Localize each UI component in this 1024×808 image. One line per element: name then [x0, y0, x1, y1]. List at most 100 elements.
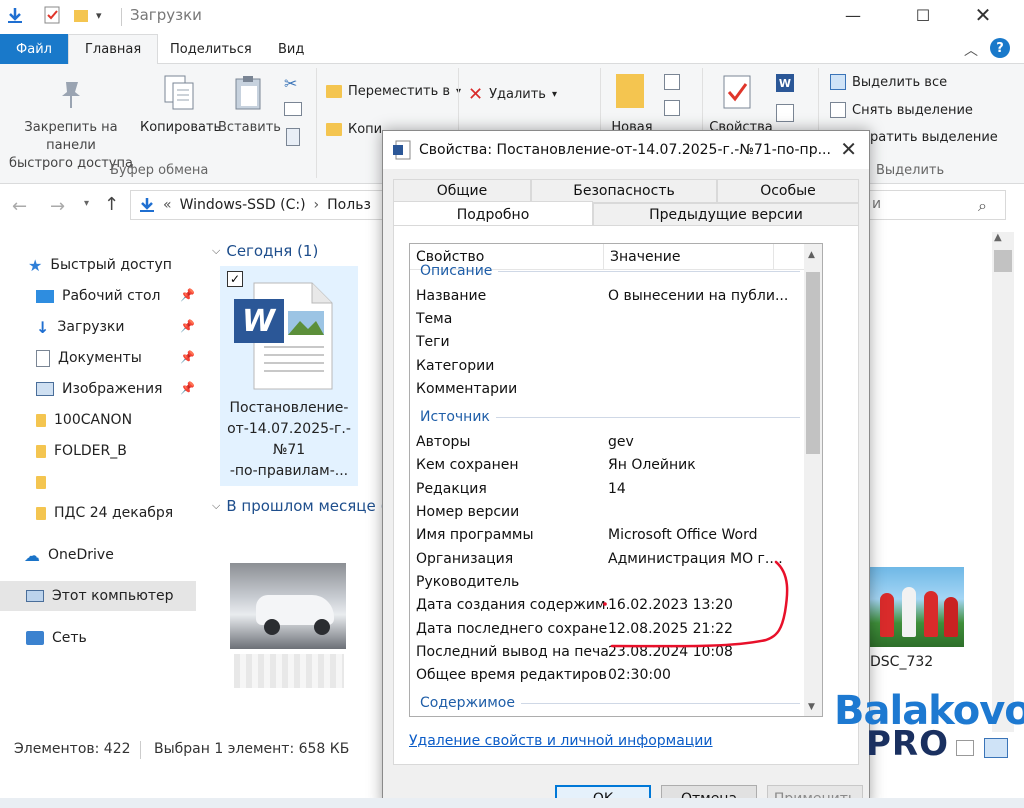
- select-all-icon: [830, 74, 846, 90]
- taskbar: [0, 798, 1024, 808]
- search-icon[interactable]: ⌕: [978, 196, 987, 216]
- minimize-button[interactable]: —: [830, 0, 876, 30]
- remove-properties-link[interactable]: Удаление свойств и личной информации: [409, 733, 713, 749]
- nav-desktop[interactable]: Рабочий стол: [36, 282, 161, 310]
- copy-path-icon[interactable]: [284, 102, 302, 116]
- move-to-icon: [326, 85, 342, 98]
- file-name-line: №71: [272, 442, 306, 458]
- customize-quick-access-icon[interactable]: ▾: [96, 4, 102, 26]
- address-download-icon: [140, 198, 154, 212]
- photo-file-name[interactable]: DSC_732: [870, 654, 933, 670]
- downloads-icon: ↓: [36, 317, 50, 337]
- properties-list[interactable]: Свойство Значение Описание Название О вын…: [409, 243, 823, 717]
- delete-button[interactable]: ✕ Удалить ▾: [468, 84, 557, 105]
- nav-pictures[interactable]: Изображения: [36, 375, 162, 403]
- search-partial-text: и: [872, 196, 882, 212]
- nav-onedrive[interactable]: ☁ OneDrive: [24, 541, 114, 569]
- tab-previous-versions[interactable]: Предыдущие версии: [593, 203, 859, 227]
- tab-share[interactable]: Поделиться: [170, 34, 252, 64]
- people-photo-thumbnail[interactable]: [868, 567, 964, 647]
- tab-home[interactable]: Главная: [68, 34, 159, 64]
- recent-locations-icon[interactable]: ▾: [84, 198, 89, 209]
- pinned-icon[interactable]: 📌: [180, 319, 195, 333]
- move-to-button[interactable]: Переместить в ▾: [326, 84, 461, 99]
- tab-file[interactable]: Файл: [0, 34, 68, 64]
- file-name-line: от-14.07.2025-г.-: [227, 421, 351, 437]
- content-scroll-thumb[interactable]: [994, 250, 1012, 272]
- paste-shortcut-icon[interactable]: [286, 128, 300, 146]
- group-last-month-label: В прошлом месяце (8: [226, 497, 396, 515]
- documents-icon: [36, 349, 50, 367]
- nav-folder-100canon[interactable]: 100CANON: [36, 406, 132, 434]
- new-folder-quick-icon[interactable]: [72, 4, 90, 26]
- pin-icon: [56, 78, 86, 114]
- group-header-last-month[interactable]: ⌵ В прошлом месяце (8: [212, 497, 396, 515]
- desktop-icon: [36, 289, 54, 303]
- group-today-label: Сегодня (1): [226, 242, 319, 260]
- tab-details[interactable]: Подробно: [393, 201, 593, 227]
- breadcrumb-users[interactable]: Польз: [327, 197, 371, 213]
- copy-to-button[interactable]: Копи: [326, 122, 382, 137]
- open-with-word-icon[interactable]: W: [776, 74, 794, 92]
- pin-label-line1: Закрепить на панели: [24, 120, 118, 153]
- deselect-button[interactable]: Снять выделение: [830, 102, 973, 118]
- blurred-file-name: [234, 654, 344, 688]
- details-view-icon[interactable]: [956, 740, 974, 756]
- person-figure: [880, 593, 894, 637]
- select-all-button[interactable]: Выделить все: [830, 74, 947, 90]
- nav-network[interactable]: Сеть: [26, 624, 87, 652]
- tab-custom[interactable]: Особые: [717, 179, 859, 203]
- back-arrow-icon[interactable]: ←: [12, 196, 27, 217]
- nav-pictures-label: Изображения: [62, 381, 163, 397]
- group-header-today[interactable]: ⌵ Сегодня (1): [212, 242, 318, 260]
- status-items-count: Элементов: 422: [14, 741, 131, 757]
- nav-documents[interactable]: Документы: [36, 344, 142, 372]
- pinned-icon[interactable]: 📌: [180, 381, 195, 395]
- watermark-logo-line2: PRO: [866, 724, 950, 764]
- content-scrollbar[interactable]: [992, 232, 1014, 732]
- nav-this-pc[interactable]: Этот компьютер: [26, 582, 174, 610]
- dialog-title-bar: Свойства: Постановление-от-14.07.2025-г.…: [383, 131, 869, 169]
- large-icons-view-icon[interactable]: [984, 738, 1008, 758]
- help-icon[interactable]: ?: [990, 38, 1010, 58]
- nav-folder-pds[interactable]: ПДС 24 декабря: [36, 499, 173, 527]
- file-name[interactable]: Постановление- от-14.07.2025-г.- №71 -по…: [222, 398, 356, 482]
- address-bar[interactable]: « Windows-SSD (C:) › Польз: [130, 190, 385, 220]
- new-item-icon[interactable]: [664, 74, 680, 90]
- word-document-icon[interactable]: W: [234, 281, 334, 395]
- pinned-icon[interactable]: 📌: [180, 350, 195, 364]
- breadcrumb-overflow[interactable]: «: [163, 197, 172, 213]
- nav-folder-label: ПДС 24 декабря: [54, 505, 174, 521]
- forward-arrow-icon[interactable]: →: [50, 196, 65, 217]
- dialog-close-button[interactable]: ✕: [840, 137, 857, 161]
- dialog-word-icon: [393, 140, 411, 160]
- paste-button[interactable]: Вставить: [218, 119, 281, 137]
- nav-folder-folder-b[interactable]: FOLDER_B: [36, 437, 127, 465]
- tab-security[interactable]: Безопасность: [531, 179, 717, 203]
- close-window-button[interactable]: ✕: [960, 0, 1006, 30]
- up-arrow-icon[interactable]: ↑: [104, 194, 119, 215]
- pinned-icon[interactable]: 📌: [180, 288, 195, 302]
- cut-icon[interactable]: ✂: [284, 74, 297, 93]
- deselect-label: Снять выделение: [852, 102, 973, 118]
- easy-access-icon[interactable]: [664, 100, 680, 116]
- invert-selection-button[interactable]: ратить выделение: [870, 130, 998, 145]
- status-selection: Выбран 1 элемент: 658 КБ: [154, 741, 350, 757]
- collapse-ribbon-icon[interactable]: ︿: [964, 40, 978, 60]
- nav-downloads[interactable]: ↓ Загрузки: [36, 313, 125, 341]
- maximize-button[interactable]: ☐: [900, 0, 946, 30]
- copy-button[interactable]: Копировать: [140, 119, 221, 137]
- nav-onedrive-label: OneDrive: [48, 547, 114, 563]
- properties-quick-icon[interactable]: [42, 4, 62, 26]
- nav-quick-access[interactable]: ★ Быстрый доступ: [28, 251, 172, 279]
- car-photo-thumbnail[interactable]: [230, 563, 346, 649]
- scroll-up-icon[interactable]: ▲: [994, 232, 1002, 243]
- download-icon[interactable]: [6, 4, 24, 26]
- tab-view[interactable]: Вид: [278, 34, 304, 64]
- breadcrumb-drive[interactable]: Windows-SSD (C:): [180, 197, 306, 213]
- person-figure: [944, 597, 958, 637]
- nav-downloads-label: Загрузки: [57, 319, 125, 335]
- nav-folder-hidden[interactable]: [36, 468, 54, 496]
- edit-icon[interactable]: [776, 104, 794, 122]
- tab-general[interactable]: Общие: [393, 179, 531, 203]
